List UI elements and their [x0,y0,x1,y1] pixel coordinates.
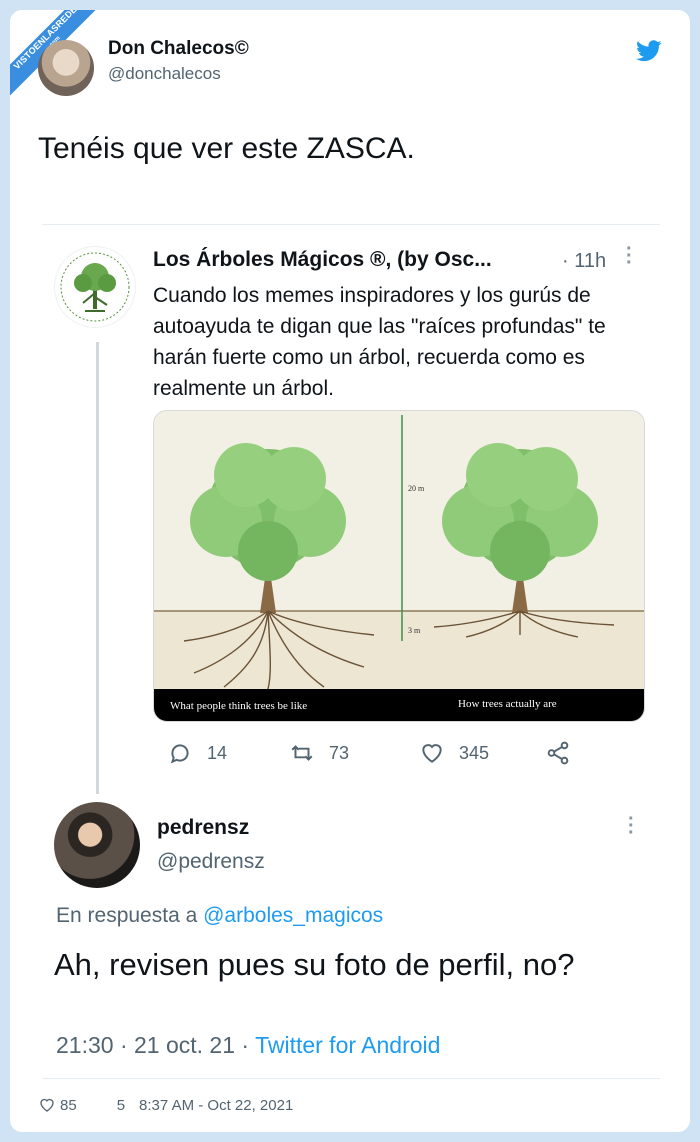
tree-comparison-image[interactable]: 20 m 3 m What people think trees be like… [153,410,645,722]
reply-prefix: En respuesta a [56,904,198,927]
reply-meta: 21:30 · 21 oct. 21 · Twitter for Android [56,1032,440,1059]
thread-connector-line [96,342,99,794]
quoted-actions-bar: 14 73 345 [153,738,583,768]
reply-text: Ah, revisen pues su foto de perfil, no? [54,947,575,982]
footer-reply-count: 5 [116,1096,126,1114]
divider [42,224,660,225]
quoted-author-avatar[interactable] [54,246,136,328]
quoted-tweet-text: Cuando los memes inspiradores y los gurú… [153,284,606,400]
retweet-count: 73 [329,742,350,763]
reply-button[interactable]: 14 [167,738,227,768]
author-handle[interactable]: @donchalecos [108,64,221,84]
reply-target-link[interactable]: @arboles_magicos [203,904,383,927]
reply-more-options-icon[interactable]: · · · [628,809,638,843]
reply-count: 14 [207,742,228,763]
reply-icon [170,744,189,764]
footer-divider [42,1078,660,1079]
footer-like-count: 85 [60,1096,77,1114]
reply-timestamp[interactable]: 21:30 · 21 oct. 21 · [56,1032,249,1058]
tree-logo-icon [60,252,130,322]
quoted-author-name[interactable]: Los Árboles Mágicos ®, (by Osc... [153,248,492,272]
reply-author-name[interactable]: pedrensz [157,816,249,840]
twitter-bird-icon[interactable] [636,40,662,62]
tweet-text: Tenéis que ver este ZASCA. [38,132,415,165]
retweet-button[interactable]: 73 [289,738,349,768]
caption-left: What people think trees be like [170,700,307,712]
reply-context: En respuesta a @arboles_magicos [56,904,383,928]
share-icon [547,741,569,765]
reply-source-link[interactable]: Twitter for Android [255,1032,440,1058]
reply-author-avatar[interactable] [54,802,140,888]
more-options-icon[interactable]: · · · [626,239,636,273]
like-count: 345 [459,742,490,763]
heart-icon[interactable] [38,1096,56,1114]
reply-author-handle[interactable]: @pedrensz [157,850,265,874]
share-button[interactable] [545,738,585,768]
caption-right: How trees actually are [458,698,557,710]
like-button[interactable]: 345 [419,738,489,768]
tree-illustration: 20 m 3 m What people think trees be like… [154,411,644,721]
heart-icon [422,744,442,763]
retweet-icon [291,745,313,761]
quoted-time[interactable]: · 11h [562,250,606,273]
tweet-card: VISTOENLASREDES .com Don Chalecos© @donc… [10,10,690,1132]
author-avatar[interactable] [38,40,94,96]
footer-timestamp: 8:37 AM - Oct 22, 2021 [139,1096,294,1114]
author-name[interactable]: Don Chalecos© [108,38,249,60]
height-label: 20 m [408,484,425,493]
depth-label: 3 m [408,626,421,635]
footer-bar: 85 5 8:37 AM - Oct 22, 2021 [38,1096,293,1114]
